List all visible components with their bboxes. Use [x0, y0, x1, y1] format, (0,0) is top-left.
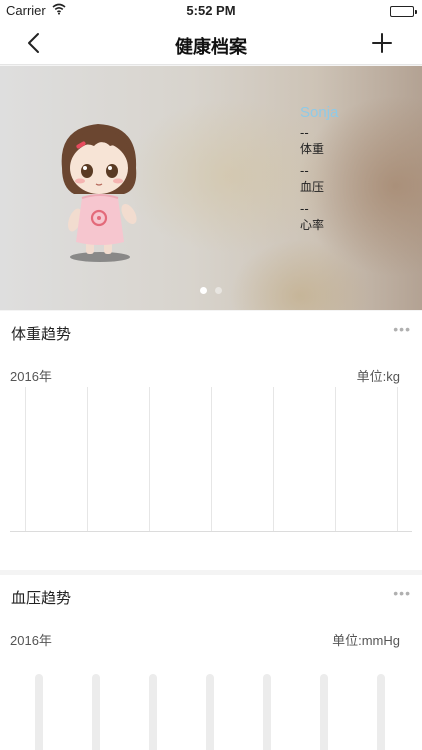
bp-bar-track — [320, 674, 328, 750]
page-dot[interactable] — [215, 287, 222, 294]
page-title: 健康档案 — [175, 37, 247, 57]
weight-trend-title: 体重趋势 — [11, 326, 72, 343]
page-dot-active[interactable] — [200, 287, 207, 294]
baseline — [10, 531, 412, 532]
weight-chart-grid — [10, 387, 412, 532]
profile-banner[interactable]: Sonja -- 体重 -- 血压 -- 心率 — [0, 66, 422, 310]
weight-label: 体重 — [300, 142, 325, 156]
page-indicator[interactable] — [200, 287, 222, 294]
status-bar: Carrier 5:52 PM — [0, 0, 422, 22]
bp-chart-bars — [0, 674, 422, 750]
heart-rate-label: 心率 — [300, 218, 325, 232]
bp-trend-title: 血压趋势 — [11, 590, 72, 607]
blood-pressure-label: 血压 — [300, 180, 325, 194]
status-time: 5:52 PM — [186, 3, 236, 18]
grid-line — [273, 387, 274, 531]
bp-bar-track — [377, 674, 385, 750]
weight-unit-label: 单位:kg — [356, 369, 400, 384]
bp-unit-label: 单位:mmHg — [332, 633, 400, 648]
add-button[interactable] — [370, 31, 394, 55]
heart-rate-value: -- — [300, 201, 309, 216]
grid-line — [211, 387, 212, 531]
weight-value: -- — [300, 125, 309, 140]
blood-pressure-trend-card: 血压趋势 ••• 2016年 单位:mmHg — [0, 575, 422, 750]
profile-info: Sonja -- 体重 -- 血压 -- 心率 — [300, 104, 338, 233]
weight-year-label: 2016年 — [10, 369, 52, 384]
bp-year-label: 2016年 — [10, 633, 52, 648]
bp-bar-track — [206, 674, 214, 750]
chevron-left-icon — [28, 33, 39, 53]
bp-bar-track — [35, 674, 43, 750]
plus-icon — [372, 33, 392, 53]
bp-more-button[interactable]: ••• — [393, 585, 411, 601]
grid-line — [397, 387, 398, 531]
avatar — [61, 124, 137, 262]
bp-bar-track — [92, 674, 100, 750]
weight-trend-card: 体重趋势 ••• 2016年 单位:kg — [0, 311, 422, 570]
blood-pressure-value: -- — [300, 163, 309, 178]
profile-name: Sonja — [300, 104, 339, 121]
grid-line — [335, 387, 336, 531]
nav-bar: 健康档案 — [0, 22, 422, 65]
grid-line — [149, 387, 150, 531]
bp-bar-track — [149, 674, 157, 750]
grid-line — [87, 387, 88, 531]
bp-bar-track — [263, 674, 271, 750]
battery-icon — [390, 6, 417, 17]
weight-more-button[interactable]: ••• — [393, 321, 411, 337]
back-button[interactable] — [22, 31, 46, 55]
grid-line — [25, 387, 26, 531]
